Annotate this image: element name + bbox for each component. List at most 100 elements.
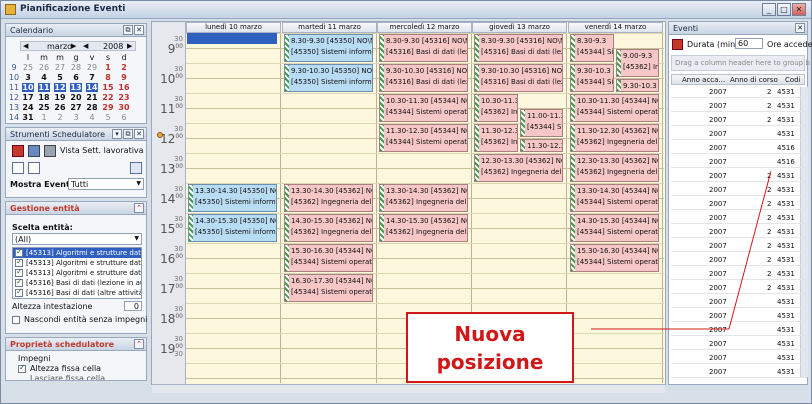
panel-pin-icon[interactable]: ▾ [112,129,122,139]
entity-checkbox[interactable] [15,287,23,297]
calendar-day[interactable]: 7 [86,73,98,82]
column-header-codice[interactable]: Codi [785,76,801,84]
durata-input[interactable]: 60 [735,38,763,49]
entity-list-item[interactable]: [45313] Algoritmi e strutture dati [13,267,141,278]
scheduler-event[interactable]: 8.30-9.30 [45316] NO\N0 [I [45316] Basi d… [474,34,563,62]
scheduler-event[interactable]: 8.30-9.30 [45316] NO\N0 [I [45316] Basi d… [379,34,468,62]
year-label[interactable]: 2008 [103,42,123,51]
calendar-day[interactable]: 29 [102,103,114,112]
scheduler-event[interactable]: 9.30-10.3 [45344] Si [570,64,614,92]
column-header-anno-corso[interactable]: Anno di corso [730,76,778,84]
scelta-entita-select[interactable]: (All) ▼ [12,233,142,245]
scheduler-event[interactable]: 11.30-12.30 [45344] NO\N0 [45344] Sistemi… [379,124,468,152]
scheduler-event[interactable]: 8.30-9.3 [45344] Si [570,34,614,62]
scheduler-event[interactable]: 10.30-11.3 [45362] In [474,94,518,122]
altezza-fissa-checkbox[interactable] [18,363,26,373]
table-row[interactable]: 2007 4516 [671,156,807,168]
calendar-day[interactable]: 20 [70,93,82,102]
calendar-day[interactable]: 27 [70,103,82,112]
scheduler-event[interactable]: 13.30-14.30 [45362] NO\N0 [45362] Ingegne… [284,184,373,212]
day-header[interactable]: lunedì 10 marzo [186,22,281,33]
table-row[interactable]: 2007 4531 [671,352,807,364]
panel-close-icon[interactable]: ✕ [134,25,144,35]
scheduler-event[interactable]: 11.30-12.30 [45362] NO\N0 [45362] Ingegne… [570,124,659,152]
table-row[interactable]: 2007 2 4531 [671,86,807,98]
calendar-day[interactable]: 2 [118,63,130,72]
calendar-day[interactable]: 30 [118,103,130,112]
table-row[interactable]: 2007 2 4531 [671,114,807,126]
current-slot-highlight[interactable] [187,33,277,44]
refresh-icon[interactable] [672,39,683,50]
calendar-day[interactable]: 3 [22,73,34,82]
altezza-intestazione-input[interactable]: 0 [124,301,142,311]
calendar-day[interactable]: 14 [86,83,98,92]
scheduler-event[interactable]: 13.30-14.30 [45362] NO\N0 [45362] Ingegne… [379,184,468,212]
new-event-icon[interactable] [12,162,24,174]
collapse-icon[interactable]: ⌃ [134,203,144,213]
calendar-day[interactable]: 31 [22,113,34,122]
calendar-day[interactable]: 9 [118,73,130,82]
group-by-area[interactable]: Drag a column header here to group b [671,55,810,71]
table-row[interactable]: 2007 4531 [671,128,807,140]
view-selector[interactable]: Vista Sett. lavorativa [60,146,144,155]
calendar-day[interactable]: 27 [54,63,66,72]
scheduler-event[interactable]: 9.30-10.30 [45316] NO\N0 [45316] Basi di … [379,64,468,92]
scheduler-event[interactable]: 14.30-15.30 [45350] NO\N0 [45350] Sistemi… [188,214,277,242]
calendar-day[interactable]: 24 [22,103,34,112]
scheduler-event[interactable]: 14.30-15.30 [45362] NO\N0 [45362] Ingegne… [284,214,373,242]
calendar-day[interactable]: 5 [102,113,114,122]
calendar-day[interactable]: 4 [38,73,50,82]
grid-icon[interactable] [44,145,56,157]
scheduler-event[interactable]: 11.00-11.3 [45344] Sis [520,109,563,137]
table-row[interactable]: 2007 2 4531 [671,100,807,112]
calendar-day[interactable]: 22 [102,93,114,102]
calendar-day[interactable]: 23 [118,93,130,102]
calendar-day[interactable]: 1 [38,113,50,122]
calendar-day[interactable]: 1 [102,63,114,72]
entity-checkbox[interactable] [15,257,23,267]
calendar-day[interactable]: 11 [38,83,50,92]
calendar-day[interactable]: 19 [54,93,66,102]
calendar-day[interactable]: 3 [70,113,82,122]
calendar-day[interactable]: 10 [22,83,34,92]
maximize-button[interactable]: □ [777,3,791,16]
column-header-anno-accademico[interactable]: Anno acca... [682,76,725,84]
calendar-day[interactable]: 15 [102,83,114,92]
calendar-day[interactable]: 16 [118,83,130,92]
entity-list-item[interactable]: [45316] Basi di dati (altre attività [13,287,141,298]
day-header[interactable]: venerdì 14 marzo [568,22,663,33]
table-row[interactable]: 2007 4516 [671,142,807,154]
next-year-icon[interactable]: ▶ [127,42,132,50]
month-label[interactable]: marzo [47,42,72,51]
scheduler-event[interactable]: 9.30-10.3[45362] Ing [616,79,659,92]
calendar-day[interactable]: 6 [118,113,130,122]
calendar-icon[interactable] [130,162,142,174]
calendar-day[interactable]: 28 [70,63,82,72]
prev-month-icon[interactable]: ◀ [23,42,28,50]
next-month-icon[interactable]: ▶ [71,42,76,50]
panel-float-icon[interactable]: ⧉ [123,129,133,139]
calendar-day[interactable]: 2 [54,113,66,122]
horizontal-scrollbar[interactable] [152,384,665,393]
calendar-day[interactable]: 25 [22,63,34,72]
mostra-eventi-select[interactable]: Tutti ▼ [68,178,144,190]
scheduler-event[interactable]: 9.30-10.30 [45316] NO\N0 [45316] Basi di … [474,64,563,92]
minimize-button[interactable]: _ [762,3,776,16]
table-row[interactable]: 2007 4531 [671,366,807,378]
scheduler-event[interactable]: 10.30-11.30 [45344] NO\N0 [45344] Sistemi… [379,94,468,122]
scheduler-event[interactable]: 13.30-14.30 [45350] NO\N0 [45350] Sistemi… [188,184,277,212]
calendar-day[interactable]: 17 [22,93,34,102]
scheduler-event[interactable]: 10.30-11.30 [45344] NO\N0 [45344] Sistemi… [570,94,659,122]
entity-list-item[interactable]: [45313] Algoritmi e strutture dati [13,257,141,268]
collapse-icon[interactable]: ⌃ [134,339,144,349]
prev-year-icon[interactable]: ◀ [83,42,88,50]
scheduler-event[interactable]: 11.30-12.3[45344] Sis [520,139,563,152]
panel-float-icon[interactable]: ⧉ [123,25,133,35]
calendar-day[interactable]: 26 [54,103,66,112]
calendar-day[interactable]: 18 [38,93,50,102]
entity-list-item[interactable]: [45316] Basi di dati (lezione in aul [13,277,141,288]
scheduler-event[interactable]: 16.30-17.30 [45344] NO\N0 [45344] Sistemi… [284,274,373,302]
scheduler-event[interactable]: 12.30-13.30 [45362] NO\N0 [45362] Ingegne… [474,154,563,182]
scheduler-event[interactable]: 15.30-16.30 [45344] NO\N0 [45344] Sistemi… [284,244,373,272]
entity-checkbox[interactable] [15,248,23,257]
